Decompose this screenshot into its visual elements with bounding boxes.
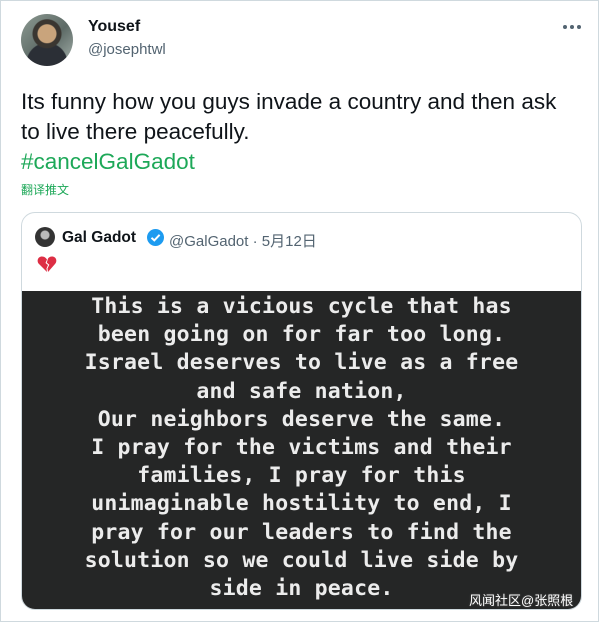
story-line: families, I pray for this: [137, 463, 466, 489]
broken-heart-icon: [36, 253, 58, 275]
translate-tweet-link[interactable]: 翻译推文: [21, 181, 69, 198]
story-line: I pray for the victims and their: [91, 435, 512, 461]
story-line: been going on for far too long.: [97, 322, 506, 348]
quoted-tweet[interactable]: Gal Gadot @GalGadot · 5月12日 This is a vi…: [21, 212, 582, 610]
tweet-text: Its funny how you guys invade a country …: [21, 89, 557, 144]
quoted-display-name[interactable]: Gal Gadot: [62, 229, 136, 247]
more-dots-icon[interactable]: [560, 17, 584, 37]
tweet-card: Yousef @josephtwl Its funny how you guys…: [0, 0, 599, 622]
verified-badge-icon: [147, 229, 164, 246]
story-image[interactable]: This is a vicious cycle that has been goi…: [22, 291, 581, 609]
story-line: This is a vicious cycle that has: [91, 294, 512, 319]
quoted-avatar[interactable]: [35, 227, 55, 247]
story-line: solution so we could live side by: [84, 547, 519, 573]
story-line: unimaginable hostility to end, I: [91, 491, 512, 517]
story-line: Israel deserves to live as a free: [84, 350, 519, 376]
user-avatar[interactable]: [21, 14, 73, 66]
story-line: Our neighbors deserve the same.: [97, 406, 506, 432]
hashtag-link[interactable]: #cancelGalGadot: [21, 147, 195, 177]
story-text: This is a vicious cycle that has been goi…: [22, 291, 581, 603]
quoted-meta: @GalGadot · 5月12日: [169, 233, 317, 250]
user-handle[interactable]: @josephtwl: [88, 41, 166, 58]
display-name[interactable]: Yousef: [88, 18, 140, 36]
story-line: and safe nation,: [196, 378, 407, 404]
watermark: 风闻社区@张照根: [469, 593, 574, 608]
story-line: pray for our leaders to find the: [91, 519, 512, 545]
